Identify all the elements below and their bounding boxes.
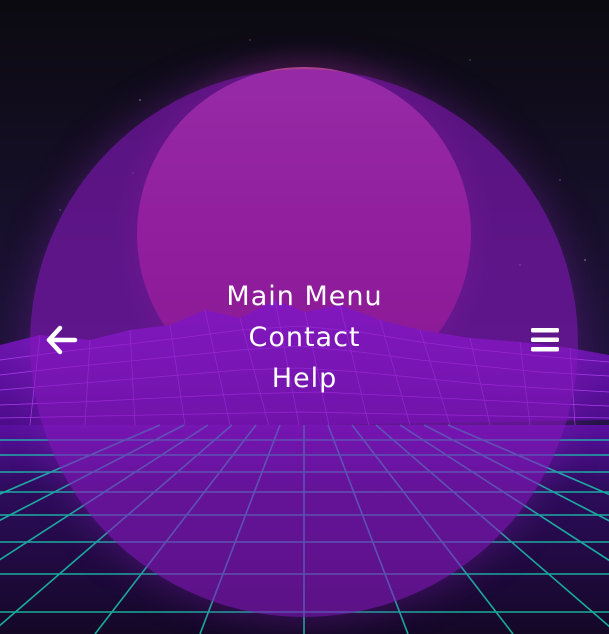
menu-item-main-menu[interactable]: Main Menu [226, 276, 382, 317]
main-menu-list: Main Menu Contact Help [0, 276, 609, 399]
menu-item-contact[interactable]: Contact [248, 317, 360, 358]
retro-scene: Main Menu Contact Help [0, 0, 609, 634]
menu-item-help[interactable]: Help [272, 358, 338, 399]
